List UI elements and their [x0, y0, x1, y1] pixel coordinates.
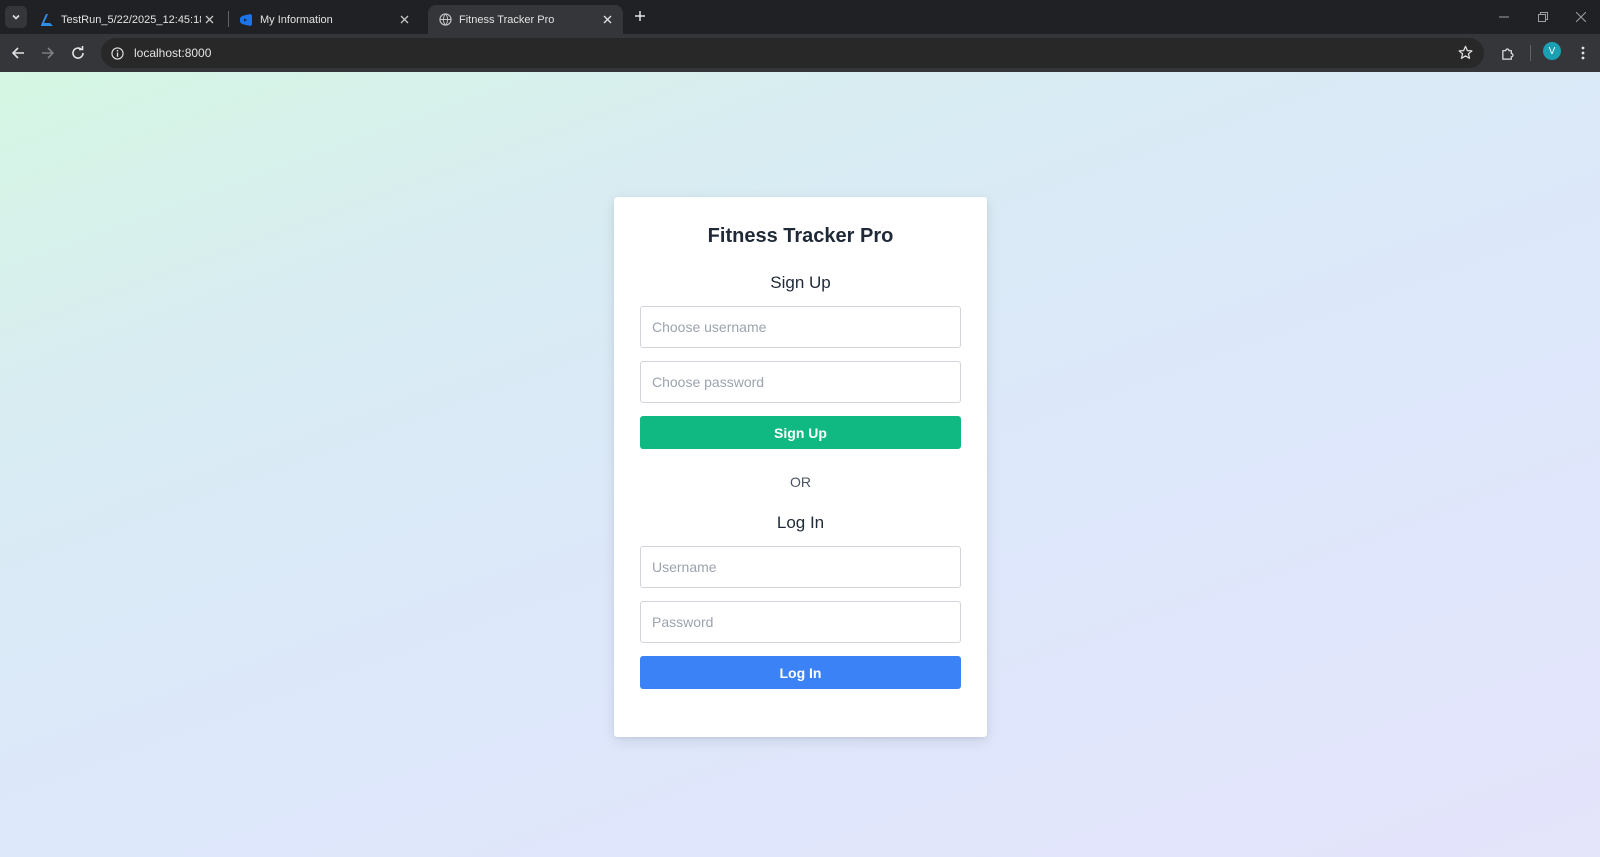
chevron-down-icon — [12, 14, 20, 20]
close-icon[interactable] — [599, 12, 615, 28]
close-icon — [1576, 12, 1586, 22]
back-button[interactable] — [7, 42, 29, 64]
azure-devops-icon — [40, 13, 54, 27]
reload-button[interactable] — [67, 42, 89, 64]
signup-username-input[interactable] — [640, 306, 961, 348]
login-heading: Log In — [776, 513, 825, 532]
window-close-button[interactable] — [1573, 9, 1589, 25]
visual-studio-icon — [239, 13, 253, 27]
globe-icon — [438, 13, 452, 27]
login-button[interactable]: Log In — [640, 656, 961, 689]
tab-fitness-tracker[interactable]: Fitness Tracker Pro — [428, 5, 623, 34]
arrow-left-icon — [11, 47, 24, 59]
tab-strip: TestRun_5/22/2025_12:45:18 PM My Informa… — [0, 0, 1600, 34]
tab-my-information[interactable]: My Information — [229, 5, 420, 34]
tab-search-button[interactable] — [5, 6, 27, 28]
close-icon[interactable] — [201, 12, 217, 28]
site-info-icon[interactable] — [109, 45, 125, 61]
or-separator: OR — [790, 474, 811, 490]
restore-button[interactable] — [1535, 9, 1551, 25]
new-tab-button[interactable] — [631, 7, 649, 25]
tab-testrun[interactable]: TestRun_5/22/2025_12:45:18 PM — [30, 5, 225, 34]
profile-avatar[interactable]: V — [1543, 42, 1561, 60]
address-bar[interactable]: localhost:8000 — [101, 38, 1484, 68]
browser-menu-button[interactable] — [1573, 43, 1593, 63]
arrow-right-icon — [42, 47, 55, 59]
url-text: localhost:8000 — [134, 46, 212, 60]
toolbar-divider — [1530, 45, 1531, 61]
tab-title: Fitness Tracker Pro — [459, 13, 555, 26]
more-vertical-icon — [1581, 46, 1585, 60]
login-username-input[interactable] — [640, 546, 961, 588]
plus-icon — [635, 11, 645, 21]
reload-icon — [72, 46, 84, 59]
signup-password-input[interactable] — [640, 361, 961, 403]
puzzle-piece-icon — [1501, 47, 1514, 60]
bookmark-star-icon[interactable] — [1458, 45, 1474, 61]
close-icon[interactable] — [396, 12, 412, 28]
minimize-button[interactable] — [1496, 9, 1512, 25]
restore-icon — [1538, 12, 1548, 22]
auth-card: Fitness Tracker Pro Sign Up Sign Up OR L… — [614, 197, 987, 737]
forward-button[interactable] — [37, 42, 59, 64]
tab-title: My Information — [260, 13, 333, 26]
extensions-button[interactable] — [1498, 43, 1518, 63]
signup-button[interactable]: Sign Up — [640, 416, 961, 449]
page-viewport: Fitness Tracker Pro Sign Up Sign Up OR L… — [0, 72, 1600, 857]
minimize-icon — [1499, 16, 1509, 18]
app-title: Fitness Tracker Pro — [707, 225, 894, 247]
login-password-input[interactable] — [640, 601, 961, 643]
tab-title: TestRun_5/22/2025_12:45:18 PM — [61, 13, 201, 26]
signup-heading: Sign Up — [770, 273, 831, 292]
browser-toolbar: localhost:8000 V — [0, 34, 1600, 72]
